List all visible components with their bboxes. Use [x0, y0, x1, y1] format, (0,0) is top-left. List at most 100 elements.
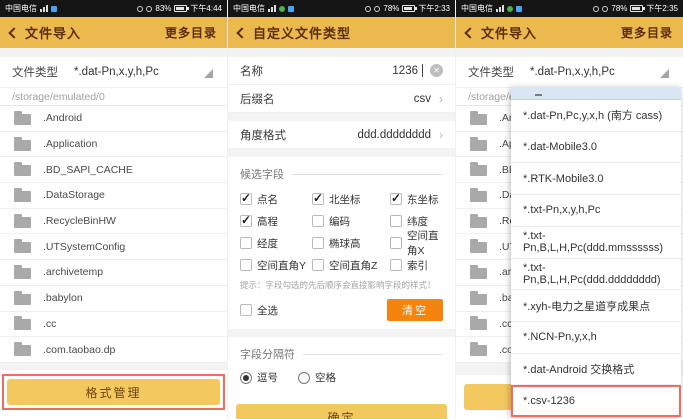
dropdown-selected-item-partial[interactable] [511, 87, 681, 100]
file-type-selector[interactable]: 文件类型 *.dat-Pn,x,y,h,Pc [0, 57, 227, 87]
checkbox-icon[interactable] [240, 215, 252, 227]
dropdown-item[interactable]: *.RTK-Mobile3.0 [511, 163, 681, 195]
checkbox-icon[interactable] [390, 237, 402, 249]
select-all-option[interactable]: 全选 [240, 299, 278, 321]
dropdown-item[interactable]: *.dat-Android 交换格式 [511, 354, 681, 386]
folder-row[interactable]: .BD_SAPI_CACHE [0, 157, 227, 183]
mute-icon [146, 6, 152, 12]
checkbox-icon[interactable] [312, 259, 324, 271]
folder-row[interactable]: .com.taobao.dp [0, 337, 227, 363]
folder-row[interactable]: .RecycleBinHW [0, 209, 227, 235]
bottom-button-zone: 确定 [228, 395, 455, 419]
select-all-row: 全选 清空 [228, 296, 455, 329]
dropdown-item[interactable]: *.txt-Pn,x,y,h,Pc [511, 195, 681, 227]
carrier-label: 中国电信 [461, 3, 493, 14]
file-type-label: 文件类型 [12, 64, 58, 80]
folder-row[interactable]: .DataStorage [0, 183, 227, 209]
page-title[interactable]: 文件导入 [25, 23, 81, 42]
breadcrumb-path: /storage/emulated/0 [0, 87, 227, 106]
text-cursor [422, 64, 423, 77]
checkbox-option[interactable]: 点名 [240, 188, 312, 210]
folder-row[interactable]: .archivetemp [0, 260, 227, 286]
back-icon[interactable] [464, 27, 475, 38]
dropdown-item[interactable]: *.dat-Pn,Pc,y,x,h (南方 cass) [511, 100, 681, 132]
title-bar: 文件导入 更多目录 [0, 17, 227, 48]
folder-row[interactable]: .UTSystemConfig [0, 234, 227, 260]
name-input-value[interactable]: 1236 [392, 65, 418, 77]
back-icon[interactable] [8, 27, 19, 38]
folder-row[interactable]: .Android [0, 106, 227, 132]
angle-format-field[interactable]: 角度格式 ddd.dddddddd › [228, 121, 455, 149]
dropdown-item[interactable]: *.txt-Pn,B,L,H,Pc(ddd.dddddddd) [511, 259, 681, 291]
signal-icon [496, 5, 504, 12]
checkbox-option[interactable]: 椭球高 [312, 232, 390, 254]
notification-dot-icon [279, 6, 285, 12]
folder-icon [14, 242, 31, 253]
format-manage-button[interactable]: 格式管理 [7, 379, 220, 405]
checkbox-icon[interactable] [240, 237, 252, 249]
screenshot-icon [288, 6, 294, 12]
clock-label: 下午2:33 [418, 3, 450, 14]
dropdown-item[interactable]: *.dat-Mobile3.0 [511, 132, 681, 164]
bottom-button-zone: 格式管理 [0, 370, 227, 419]
name-field[interactable]: 名称 1236 [228, 57, 455, 85]
signal-icon [40, 5, 48, 12]
checkbox-option[interactable]: 空间直角Z [312, 254, 390, 276]
folder-icon [470, 114, 487, 125]
checkbox-option[interactable]: 空间直角X [390, 232, 443, 254]
screenshot-icon [51, 6, 57, 12]
checkbox-icon[interactable] [240, 259, 252, 271]
file-type-selector[interactable]: 文件类型 *.dat-Pn,x,y,h,Pc [456, 57, 683, 87]
dropdown-triangle-icon[interactable] [204, 69, 213, 78]
checkbox-option[interactable]: 经度 [240, 232, 312, 254]
dropdown-item-csv-1236[interactable]: *.csv-1236 [511, 385, 681, 417]
folder-icon [470, 140, 487, 151]
checkbox-option[interactable]: 北坐标 [312, 188, 390, 210]
suffix-field[interactable]: 后缀名 csv › [228, 85, 455, 113]
back-icon[interactable] [236, 27, 247, 38]
radio-icon[interactable] [298, 372, 310, 384]
dropdown-item[interactable]: *.xyh-电力之星道亨成果点 [511, 290, 681, 322]
dropdown-item[interactable]: *.NCN-Pn,y,x,h [511, 322, 681, 354]
carrier-label: 中国电信 [233, 3, 265, 14]
panel-custom-file-type: 中国电信 78% 下午2:33 自定义文件类型 名称 1236 [227, 0, 455, 419]
checkbox-option[interactable]: 索引 [390, 254, 443, 276]
checkbox-icon[interactable] [390, 259, 402, 271]
dropdown-item[interactable]: *.txt-Pn,B,L,H,Pc(ddd.mmssssss) [511, 227, 681, 259]
page-title[interactable]: 文件导入 [481, 23, 537, 42]
checkbox-icon[interactable] [312, 193, 324, 205]
file-type-dropdown-menu: *.dat-Pn,Pc,y,x,h (南方 cass) *.dat-Mobile… [511, 87, 681, 417]
folder-icon [470, 294, 487, 305]
checkbox-option[interactable]: 编码 [312, 210, 390, 232]
checkbox-icon[interactable] [240, 193, 252, 205]
battery-percent: 78% [383, 4, 399, 13]
clear-fields-button[interactable]: 清空 [387, 299, 443, 321]
radio-option-space[interactable]: 空格 [298, 370, 336, 385]
separator-section-title: 字段分隔符 [228, 337, 455, 366]
battery-icon [630, 5, 643, 12]
radio-option-comma[interactable]: 逗号 [240, 370, 278, 385]
dropdown-triangle-icon[interactable] [660, 69, 669, 78]
more-directories-button[interactable]: 更多目录 [165, 24, 217, 41]
checkbox-icon[interactable] [390, 193, 402, 205]
checkbox-option[interactable]: 空间直角Y [240, 254, 312, 276]
panel-file-import: 中国电信 83% 下午4:44 文件导入 更多目录 文件类型 *.dat-Pn,… [0, 0, 227, 419]
folder-row[interactable]: .babylon [0, 286, 227, 312]
checkbox-icon[interactable] [390, 215, 402, 227]
checkbox-icon[interactable] [312, 215, 324, 227]
checkbox-option[interactable]: 东坐标 [390, 188, 443, 210]
radio-icon[interactable] [240, 372, 252, 384]
file-type-value[interactable]: *.dat-Pn,x,y,h,Pc [74, 66, 159, 78]
folder-icon [470, 165, 487, 176]
status-bar: 中国电信 78% 下午2:33 [228, 0, 455, 17]
folder-row[interactable]: .Application [0, 132, 227, 158]
checkbox-option[interactable]: 高程 [240, 210, 312, 232]
more-directories-button[interactable]: 更多目录 [621, 24, 673, 41]
checkbox-icon[interactable] [240, 304, 252, 316]
clear-icon[interactable] [430, 64, 443, 77]
file-type-value[interactable]: *.dat-Pn,x,y,h,Pc [530, 66, 615, 78]
title-bar: 文件导入 更多目录 [456, 17, 683, 48]
confirm-button[interactable]: 确定 [236, 404, 447, 419]
checkbox-icon[interactable] [312, 237, 324, 249]
folder-row[interactable]: .cc [0, 312, 227, 338]
